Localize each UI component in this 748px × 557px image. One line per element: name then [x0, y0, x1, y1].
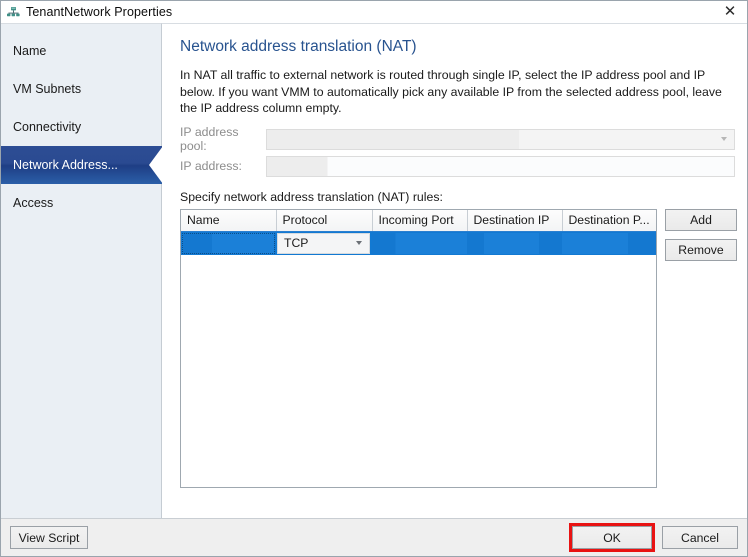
destination-ip-input[interactable]: [467, 232, 562, 254]
ip-address-row: IP address:: [180, 155, 735, 177]
sidebar-item-access[interactable]: Access: [1, 184, 161, 222]
ip-address-input[interactable]: [266, 155, 735, 177]
view-script-button[interactable]: View Script: [10, 526, 88, 549]
footer-bar: View Script OK Cancel: [1, 518, 747, 556]
cell-name[interactable]: [181, 231, 276, 255]
destination-port-input[interactable]: [562, 232, 656, 254]
nat-rules-buttons: Add Remove: [665, 208, 737, 269]
protocol-select[interactable]: TCP: [277, 232, 370, 254]
sidebar-item-label: Access: [13, 196, 54, 210]
ip-address-pool-label: IP address pool:: [180, 125, 239, 153]
close-icon[interactable]: ✕: [715, 1, 745, 22]
column-header-incoming-port[interactable]: Incoming Port: [372, 209, 468, 232]
incoming-port-input[interactable]: [372, 232, 467, 254]
ip-address-label: IP address:: [180, 159, 242, 173]
sidebar-item-label: Network Address...: [13, 158, 118, 172]
column-header-destination-ip[interactable]: Destination IP: [467, 209, 563, 232]
sidebar-item-label: Name: [13, 44, 47, 58]
dialog-body: Name VM Subnets Connectivity Network Add…: [1, 23, 747, 518]
column-header-protocol[interactable]: Protocol: [276, 209, 373, 232]
sidebar-item-network-address[interactable]: Network Address...: [1, 146, 163, 184]
cancel-button[interactable]: Cancel: [662, 526, 738, 549]
network-icon: [5, 4, 21, 20]
sidebar: Name VM Subnets Connectivity Network Add…: [1, 23, 163, 518]
sidebar-item-label: Connectivity: [13, 120, 82, 134]
cell-destination-port[interactable]: [562, 231, 656, 255]
chevron-down-icon: [356, 241, 362, 245]
sidebar-item-vm-subnets[interactable]: VM Subnets: [1, 70, 161, 108]
ip-address-pool-row: IP address pool:: [180, 125, 735, 153]
cell-protocol[interactable]: TCP: [276, 231, 372, 255]
name-input[interactable]: [182, 232, 275, 254]
sidebar-item-label: VM Subnets: [13, 82, 82, 96]
title-bar: TenantNetwork Properties ✕: [1, 1, 747, 23]
column-header-destination-port[interactable]: Destination P...: [562, 209, 656, 232]
page-title: Network address translation (NAT): [180, 38, 417, 55]
selection-arrow-icon: [149, 146, 163, 184]
page-description: In NAT all traffic to external network i…: [180, 68, 722, 115]
ok-button[interactable]: OK: [572, 526, 652, 549]
nat-rules-label: Specify network address translation (NAT…: [180, 189, 443, 204]
remove-button[interactable]: Remove: [665, 238, 737, 261]
properties-dialog: TenantNetwork Properties ✕ Name VM Subne…: [0, 0, 748, 557]
window-title: TenantNetwork Properties: [26, 5, 173, 19]
cell-destination-ip[interactable]: [467, 231, 562, 255]
protocol-value: TCP: [284, 236, 309, 250]
sidebar-item-connectivity[interactable]: Connectivity: [1, 108, 161, 146]
add-button[interactable]: Add: [665, 208, 737, 231]
ok-button-highlight: OK: [569, 523, 655, 552]
ip-address-pool-select[interactable]: [266, 128, 735, 150]
content-pane: Network address translation (NAT) In NAT…: [162, 23, 747, 518]
nat-rules-area: Name Protocol Incoming Port Destination …: [180, 208, 737, 488]
table-header-row: Name Protocol Incoming Port Destination …: [181, 209, 656, 232]
nat-rules-table[interactable]: Name Protocol Incoming Port Destination …: [180, 208, 657, 488]
sidebar-item-name[interactable]: Name: [1, 32, 161, 70]
chevron-down-icon: [721, 137, 727, 141]
column-header-name[interactable]: Name: [181, 209, 277, 232]
table-row[interactable]: TCP: [181, 231, 656, 255]
cell-incoming-port[interactable]: [372, 231, 467, 255]
